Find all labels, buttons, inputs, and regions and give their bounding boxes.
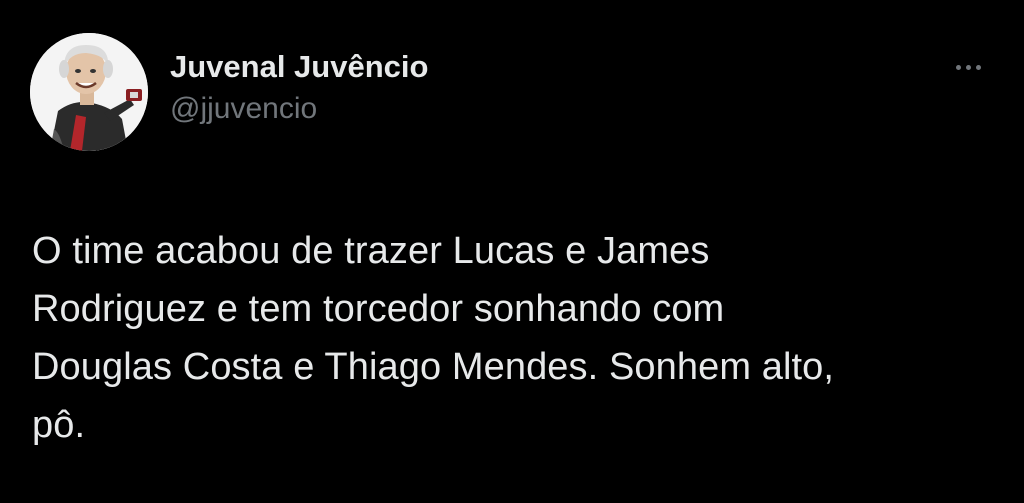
more-horizontal-icon [965,64,971,70]
more-horizontal-icon [955,64,961,70]
author-info: Juvenal Juvêncio @jjuvencio [170,48,428,127]
tweet-text-line: O time acabou de trazer Lucas e James [32,230,710,272]
tweet-text: O time acabou de trazer Lucas e James Ro… [32,222,992,454]
tweet-text-line: Douglas Costa e Thiago Mendes. Sonhem al… [32,346,835,388]
tweet-text-line: Rodriguez e tem torcedor sonhando com [32,288,725,330]
more-horizontal-icon [975,64,981,70]
tweet-card[interactable]: Juvenal Juvêncio @jjuvencio O time acabo… [0,0,1024,503]
caricature-avatar-icon [30,33,148,151]
author-avatar[interactable] [30,33,148,151]
author-display-name[interactable]: Juvenal Juvêncio [170,48,428,86]
tweet-text-line: pô. [32,404,86,446]
more-options-button[interactable] [940,52,996,82]
author-handle[interactable]: @jjuvencio [170,91,428,127]
